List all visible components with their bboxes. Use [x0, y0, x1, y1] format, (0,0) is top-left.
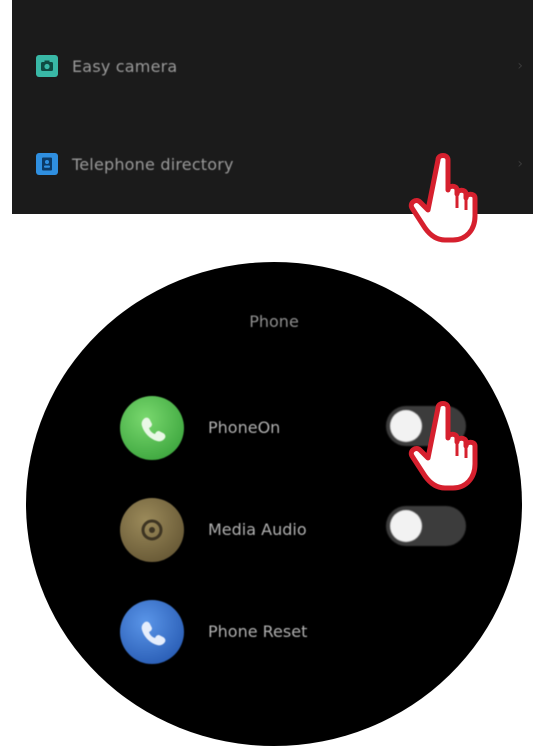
chevron-right-icon: ›: [517, 156, 523, 172]
camera-icon: [36, 55, 58, 77]
menu-item-label: Easy camera: [72, 56, 178, 76]
phone-call-icon: [120, 396, 184, 460]
media-audio-toggle[interactable]: [386, 506, 466, 546]
toggle-knob: [390, 510, 422, 542]
pointer-hand-icon: [408, 401, 478, 491]
page-title: Phone: [249, 312, 299, 331]
menu-item-label: Telephone directory: [72, 154, 234, 174]
pointer-hand-icon: [408, 153, 478, 243]
chevron-right-icon: ›: [517, 58, 523, 74]
media-audio-icon: [120, 498, 184, 562]
watch-face: Phone PhoneOn Media Audio Phone Reset: [26, 262, 522, 746]
setting-label-media-audio: Media Audio: [208, 520, 307, 539]
menu-item-easy-camera[interactable]: Easy camera ›: [12, 36, 533, 96]
phone-reset-icon: [120, 600, 184, 664]
phonebook-icon: [36, 153, 58, 175]
setting-label-phone-reset[interactable]: Phone Reset: [208, 622, 307, 641]
setting-label-phoneon: PhoneOn: [208, 418, 281, 437]
